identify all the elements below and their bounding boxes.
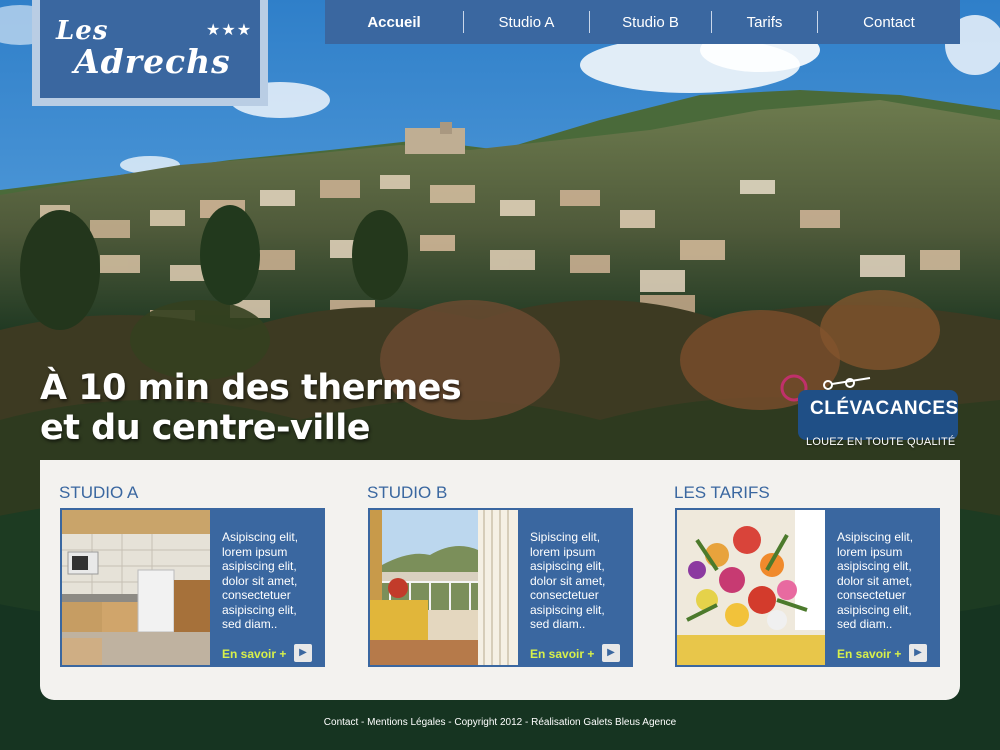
read-more-link[interactable]: En savoir +	[530, 647, 594, 661]
card-title: LES TARIFS	[674, 483, 770, 502]
card-box: Sipiscing elit, lorem ipsum asipiscing e…	[368, 508, 633, 667]
badge-subtitle: LOUEZ EN TOUTE QUALITÉ	[806, 436, 956, 448]
kitchen-photo[interactable]	[62, 510, 210, 665]
logo-stars-icon: ★★★	[206, 22, 253, 39]
hero-headline: À 10 min des thermes et du centre-ville	[40, 368, 462, 448]
card-title: STUDIO A	[59, 483, 139, 502]
clevacances-badge[interactable]: CLÉVACANCES LOUEZ EN TOUTE QUALITÉ	[780, 372, 960, 458]
card-box: Asipiscing elit, lorem ipsum asipiscing …	[60, 508, 325, 667]
nav-item-studio-a[interactable]: Studio A	[464, 0, 589, 44]
hero-headline-line-1: À 10 min des thermes	[40, 368, 462, 408]
main-navigation: Accueil Studio A Studio B Tarifs Contact	[325, 0, 960, 44]
arrow-right-icon[interactable]: ▶	[294, 644, 312, 662]
logo-box: Les ★★★ Adrechs	[40, 0, 260, 98]
flowers-photo[interactable]	[677, 510, 825, 665]
read-more-link[interactable]: En savoir +	[222, 647, 286, 661]
nav-item-contact[interactable]: Contact	[818, 0, 960, 44]
card-box: Asipiscing elit, lorem ipsum asipiscing …	[675, 508, 940, 667]
arrow-right-icon[interactable]: ▶	[602, 644, 620, 662]
content-panel: STUDIO A Asipiscing elit, lorem ipsum as…	[40, 460, 960, 700]
card-description: Asipiscing elit, lorem ipsum asipiscing …	[222, 530, 299, 631]
read-more-link[interactable]: En savoir +	[837, 647, 901, 661]
nav-item-studio-b[interactable]: Studio B	[590, 0, 711, 44]
footer-links[interactable]: Contact - Mentions Légales - Copyright 2…	[0, 717, 1000, 728]
balcony-photo[interactable]	[370, 510, 518, 665]
logo[interactable]: Les ★★★ Adrechs	[32, 0, 268, 106]
nav-item-accueil[interactable]: Accueil	[325, 0, 463, 44]
card-description: Asipiscing elit, lorem ipsum asipiscing …	[837, 530, 914, 631]
badge-title: CLÉVACANCES	[810, 398, 959, 419]
card-description: Sipiscing elit, lorem ipsum asipiscing e…	[530, 530, 606, 631]
hero-headline-line-2: et du centre-ville	[40, 408, 371, 448]
arrow-right-icon[interactable]: ▶	[909, 644, 927, 662]
card-title: STUDIO B	[367, 483, 448, 502]
logo-line-2: Adrechs	[74, 42, 231, 81]
nav-item-tarifs[interactable]: Tarifs	[712, 0, 817, 44]
